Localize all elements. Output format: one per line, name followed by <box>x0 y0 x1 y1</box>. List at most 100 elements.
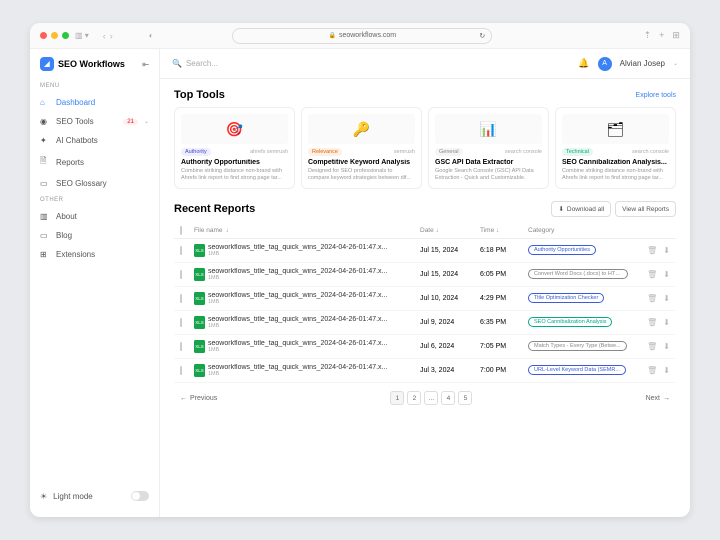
tool-desc: Google Search Console (GSC) API Data Ext… <box>435 168 542 182</box>
file-time: 4:29 PM <box>480 295 528 302</box>
col-time[interactable]: Time <box>480 227 494 234</box>
bell-icon[interactable]: 🔔 <box>578 58 589 69</box>
row-checkbox[interactable] <box>180 246 182 255</box>
file-icon: XLS <box>194 268 205 281</box>
file-time: 7:05 PM <box>480 343 528 350</box>
tool-card[interactable]: 🗂Technicalsearch consoleSEO Cannibalizat… <box>555 107 676 189</box>
page-5[interactable]: 5 <box>458 391 472 405</box>
tool-image: 🔑 <box>308 114 415 144</box>
nav-icon: 🗎 <box>40 155 50 169</box>
sidebar-item-extensions[interactable]: ⊞Extensions <box>30 245 159 264</box>
delete-icon[interactable]: 🗑 <box>647 270 657 279</box>
select-all-checkbox[interactable] <box>180 226 182 235</box>
file-name: seoworkflows_title_tag_quick_wins_2024-0… <box>208 316 420 323</box>
forward-icon[interactable]: › <box>110 31 113 41</box>
avatar[interactable]: A <box>598 57 612 71</box>
file-icon: XLS <box>194 364 205 377</box>
tool-card[interactable]: 📊Generalsearch consoleGSC API Data Extra… <box>428 107 549 189</box>
add-icon[interactable]: + <box>659 30 664 41</box>
traffic-lights[interactable] <box>40 32 69 39</box>
delete-icon[interactable]: 🗑 <box>647 342 657 351</box>
sidebar-item-ai-chatbots[interactable]: ✦AI Chatbots <box>30 131 159 150</box>
tabs-icon[interactable]: ⊞ <box>672 30 680 41</box>
sidebar-item-about[interactable]: ▥About <box>30 207 159 226</box>
download-icon[interactable]: ⬇ <box>663 342 670 351</box>
tool-card[interactable]: 🎯Authorityahrefs semrushAuthority Opport… <box>174 107 295 189</box>
download-icon[interactable]: ⬇ <box>663 318 670 327</box>
col-file[interactable]: File name <box>194 227 223 234</box>
shield-icon[interactable]: ◐ <box>149 31 154 40</box>
download-all-button[interactable]: ⬇ Download all <box>551 201 611 217</box>
prev-button[interactable]: ← Previous <box>180 395 217 402</box>
tool-tag: Authority <box>181 148 211 156</box>
tool-desc: Combine striking distance non-brand with… <box>562 168 669 182</box>
delete-icon[interactable]: 🗑 <box>647 294 657 303</box>
category-pill: Title Optimization Checker <box>528 293 604 303</box>
download-icon[interactable]: ⬇ <box>663 366 670 375</box>
file-date: Jul 9, 2024 <box>420 319 480 326</box>
sidebar-item-seo-glossary[interactable]: ▭SEO Glossary <box>30 174 159 193</box>
row-checkbox[interactable] <box>180 366 182 375</box>
sidebar-toggle-icon[interactable]: ▥ ▾ <box>75 31 89 40</box>
page-...[interactable]: ... <box>424 391 438 405</box>
tool-desc: Combine striking distance non-brand with… <box>181 168 288 182</box>
file-time: 6:05 PM <box>480 271 528 278</box>
category-pill: URL-Level Keyword Data (SEMR... <box>528 365 626 375</box>
row-checkbox[interactable] <box>180 270 182 279</box>
row-checkbox[interactable] <box>180 294 182 303</box>
download-icon[interactable]: ⬇ <box>663 270 670 279</box>
toggle-switch[interactable] <box>131 491 149 501</box>
file-name: seoworkflows_title_tag_quick_wins_2024-0… <box>208 268 420 275</box>
nav-icon: ⌂ <box>40 98 50 107</box>
next-button[interactable]: Next → <box>646 395 670 402</box>
page-2[interactable]: 2 <box>407 391 421 405</box>
chevron-down-icon[interactable]: ⌄ <box>673 60 678 67</box>
sidebar-item-dashboard[interactable]: ⌂Dashboard <box>30 93 159 112</box>
back-icon[interactable]: ‹ <box>103 31 106 41</box>
category-pill: Convert Word Docs (.docx) to HTML <box>528 269 628 279</box>
file-size: 1MB <box>208 299 420 305</box>
delete-icon[interactable]: 🗑 <box>647 366 657 375</box>
download-icon[interactable]: ⬇ <box>663 294 670 303</box>
top-tools-title: Top Tools <box>174 89 225 101</box>
badge: 21 <box>123 119 138 125</box>
explore-tools-link[interactable]: Explore tools <box>636 92 676 99</box>
view-all-button[interactable]: View all Reports <box>615 201 676 217</box>
category-pill: Authority Opportunities <box>528 245 596 255</box>
col-category[interactable]: Category <box>528 227 554 234</box>
page-4[interactable]: 4 <box>441 391 455 405</box>
table-row: XLSseoworkflows_title_tag_quick_wins_202… <box>174 335 676 359</box>
nav-icon: ✦ <box>40 136 50 145</box>
file-name: seoworkflows_title_tag_quick_wins_2024-0… <box>208 244 420 251</box>
share-icon[interactable]: ⇡ <box>644 30 652 41</box>
tool-image: 🗂 <box>562 114 669 144</box>
browser-chrome: ▥ ▾ ‹ › ◐ seoworkflows.com↻ ⇡ + ⊞ <box>30 23 690 49</box>
file-icon: XLS <box>194 340 205 353</box>
delete-icon[interactable]: 🗑 <box>647 318 657 327</box>
file-size: 1MB <box>208 347 420 353</box>
delete-icon[interactable]: 🗑 <box>647 246 657 255</box>
sidebar-item-reports[interactable]: 🗎Reports <box>30 150 159 174</box>
collapse-icon[interactable]: ⇤ <box>142 60 149 69</box>
tool-title: Competitive Keyword Analysis <box>308 159 415 166</box>
reports-title: Recent Reports <box>174 203 255 215</box>
tool-card[interactable]: 🔑RelevancesemrushCompetitive Keyword Ana… <box>301 107 422 189</box>
url-bar[interactable]: seoworkflows.com↻ <box>232 28 492 44</box>
page-1[interactable]: 1 <box>390 391 404 405</box>
nav-icon: ▭ <box>40 231 50 240</box>
download-icon[interactable]: ⬇ <box>663 246 670 255</box>
user-name[interactable]: Alvian Josep <box>620 59 665 68</box>
file-icon: XLS <box>194 316 205 329</box>
col-date[interactable]: Date <box>420 227 434 234</box>
tool-source: ahrefs semrush <box>250 149 288 155</box>
sidebar-item-seo-tools[interactable]: ◉SEO Tools21⌄ <box>30 112 159 131</box>
tool-source: search console <box>505 149 542 155</box>
brand[interactable]: ◢ SEO Workflows ⇤ <box>30 57 159 79</box>
tool-desc: Designed for SEO professionals to compar… <box>308 168 415 182</box>
sidebar-item-blog[interactable]: ▭Blog <box>30 226 159 245</box>
tool-image: 🎯 <box>181 114 288 144</box>
theme-toggle[interactable]: ☀ Light mode <box>30 483 159 509</box>
row-checkbox[interactable] <box>180 342 182 351</box>
search-input[interactable]: 🔍Search... <box>172 59 218 68</box>
row-checkbox[interactable] <box>180 318 182 327</box>
